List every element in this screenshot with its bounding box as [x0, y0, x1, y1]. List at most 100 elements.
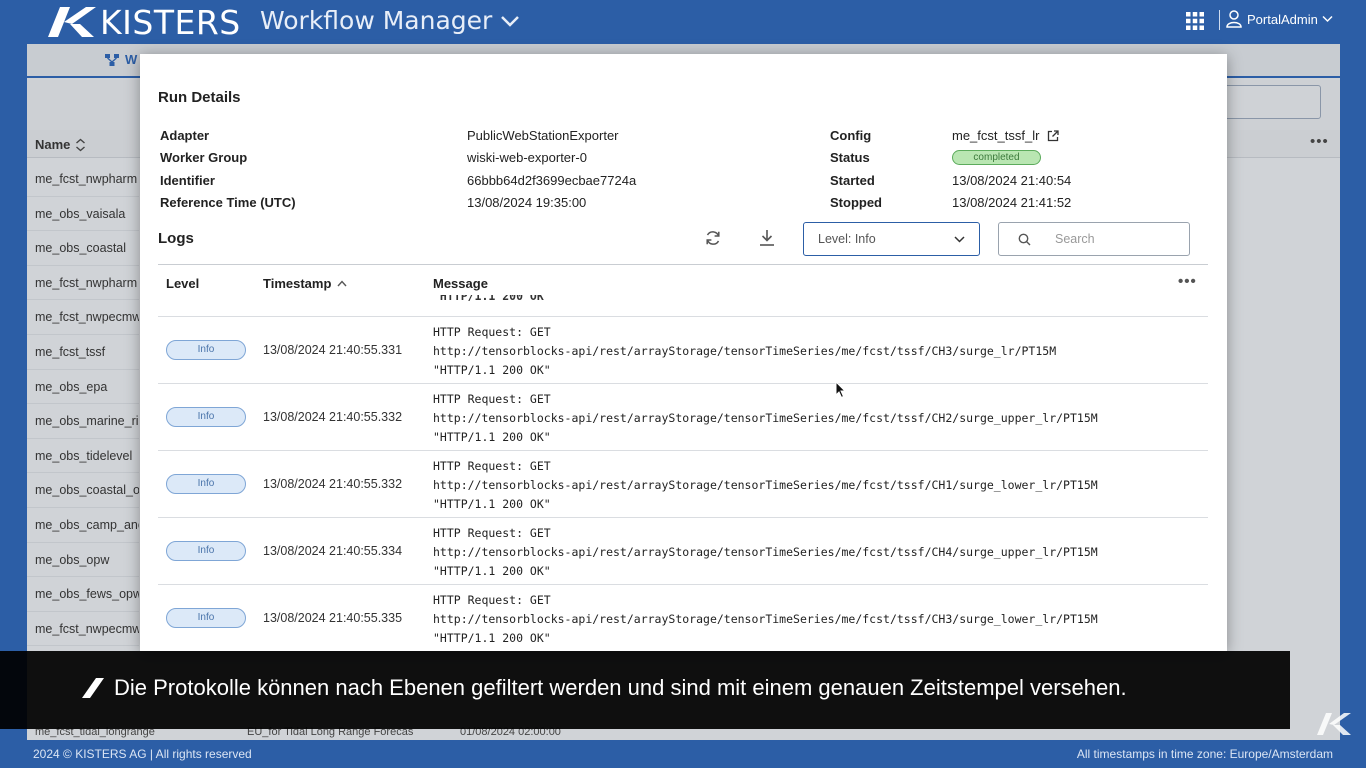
chevron-down-icon [501, 15, 520, 27]
log-message-line: "HTTP/1.1 200 OK" [433, 631, 551, 645]
chevron-down-icon [1322, 15, 1333, 23]
level-filter-select[interactable]: Level: Info [803, 222, 980, 256]
column-level-label: Level [166, 276, 200, 291]
log-timestamp: 13/08/2024 21:40:55.335 [263, 611, 403, 625]
identifier-value: 66bbb64d2f3699ecbae7724a [467, 173, 637, 188]
column-message-label: Message [433, 276, 488, 291]
log-table: Level Timestamp Message ••• "HTTP/1.1 20… [158, 264, 1208, 651]
workflow-row[interactable]: me_obs_coastal_o [27, 473, 139, 508]
reference-time-value: 13/08/2024 19:35:00 [467, 195, 587, 210]
level-badge: Info [166, 407, 246, 427]
workflow-row[interactable]: me_fcst_nwpharm [27, 266, 139, 301]
log-row[interactable]: Info 13/08/2024 21:40:55.332 HTTP Request:… [158, 450, 1208, 517]
log-message: HTTP Request: GET http://tensorblocks-api… [433, 591, 1098, 648]
brand-name: KISTERS [100, 2, 241, 42]
workflow-row[interactable]: me_fcst_nwpharm [27, 162, 139, 197]
log-search-box[interactable] [998, 222, 1190, 256]
log-timestamp: 13/08/2024 21:40:55.332 [263, 410, 403, 424]
dialog-title: Run Details [158, 89, 241, 106]
column-header-message[interactable]: Message [433, 276, 488, 291]
log-row[interactable]: Info 13/08/2024 21:40:55.331 HTTP Request:… [158, 316, 1208, 383]
config-link[interactable]: me_fcst_tssf_lr [952, 128, 1060, 143]
footer: 2024 © KISTERS AG | All rights reserved … [0, 740, 1366, 768]
log-message: HTTP Request: GET http://tensorblocks-api… [433, 390, 1098, 447]
workflow-row[interactable]: me_obs_epa [27, 370, 139, 405]
config-value: me_fcst_tssf_lr [952, 128, 1040, 143]
log-message-line: HTTP Request: GET [433, 593, 551, 607]
tab-label: W [125, 52, 138, 67]
log-message-line: http://tensorblocks-api/rest/arrayStorag… [433, 344, 1057, 358]
column-header-timestamp[interactable]: Timestamp [263, 276, 347, 291]
log-message: HTTP Request: GET http://tensorblocks-api… [433, 524, 1098, 581]
log-message-line: http://tensorblocks-api/rest/arrayStorag… [433, 612, 1098, 626]
log-row[interactable]: Info 13/08/2024 21:40:55.332 HTTP Request:… [158, 383, 1208, 450]
level-badge: Info [166, 608, 246, 628]
log-row[interactable]: Info 13/08/2024 21:40:55.335 HTTP Request:… [158, 584, 1208, 651]
more-options-icon[interactable]: ••• [1178, 273, 1197, 290]
log-message-line: http://tensorblocks-api/rest/arrayStorag… [433, 545, 1098, 559]
timezone-note: All timestamps in time zone: Europe/Amst… [1076, 747, 1333, 761]
video-subtitle: Die Protokolle können nach Ebenen gefilt… [0, 651, 1290, 729]
stopped-value: 13/08/2024 21:41:52 [952, 195, 1072, 210]
workflow-row[interactable]: me_fcst_nwpecmw [27, 300, 139, 335]
workflow-row[interactable]: me_fcst_tssf [27, 335, 139, 370]
stopped-label: Stopped [830, 195, 882, 210]
level-filter-value: Level: Info [818, 232, 876, 246]
search-icon [1018, 233, 1031, 246]
kisters-watermark-icon [1317, 713, 1351, 735]
tab-workflows[interactable]: W [105, 52, 137, 67]
apps-grid-icon[interactable] [1186, 12, 1204, 30]
log-rows: Info 13/08/2024 21:40:55.331 HTTP Request:… [158, 316, 1208, 651]
log-message-line: "HTTP/1.1 200 OK" [433, 497, 551, 511]
log-message-line: HTTP Request: GET [433, 459, 551, 473]
top-header: KISTERS Workflow Manager PortalAdmin [0, 0, 1366, 44]
started-label: Started [830, 173, 875, 188]
app-switcher[interactable]: Workflow Manager [260, 6, 520, 35]
workflow-icon [105, 53, 119, 66]
kisters-logo-mark [48, 7, 96, 37]
log-timestamp: 13/08/2024 21:40:55.332 [263, 477, 403, 491]
log-row[interactable]: Info 13/08/2024 21:40:55.334 HTTP Request:… [158, 517, 1208, 584]
workflow-row[interactable]: me_fcst_nwpecmw [27, 612, 139, 647]
workflow-row[interactable]: me_obs_fews_opw [27, 577, 139, 612]
sort-ascending-icon [337, 280, 347, 287]
log-timestamp: 13/08/2024 21:40:55.331 [263, 343, 403, 357]
log-search-input[interactable] [1055, 232, 1175, 246]
run-details-dialog: Run Details Adapter PublicWebStationExpo… [140, 54, 1227, 651]
kisters-logo[interactable]: KISTERS [46, 2, 241, 42]
kisters-slash-icon [82, 678, 104, 698]
sort-icon [76, 138, 86, 151]
adapter-label: Adapter [160, 128, 210, 143]
download-icon[interactable] [759, 229, 775, 247]
level-badge: Info [166, 340, 246, 360]
worker-group-label: Worker Group [160, 150, 248, 165]
adapter-value: PublicWebStationExporter [467, 128, 619, 143]
external-link-icon[interactable] [1047, 129, 1060, 142]
workflow-row[interactable]: me_obs_opw [27, 543, 139, 578]
started-value: 13/08/2024 21:40:54 [952, 173, 1072, 188]
workflow-row[interactable]: me_obs_coastal [27, 231, 139, 266]
subtitle-text: Die Protokolle können nach Ebenen gefilt… [114, 675, 1127, 700]
mouse-cursor-icon [835, 381, 847, 399]
column-header-name[interactable]: Name [35, 137, 86, 152]
workflow-row[interactable]: me_obs_tidelevel [27, 439, 139, 474]
refresh-icon[interactable] [705, 230, 721, 246]
workflow-row[interactable]: me_obs_vaisala [27, 197, 139, 232]
level-badge: Info [166, 541, 246, 561]
user-name: PortalAdmin [1247, 11, 1318, 27]
log-message-line: "HTTP/1.1 200 OK" [433, 363, 551, 377]
user-menu[interactable]: PortalAdmin [1226, 10, 1333, 28]
reference-time-label: Reference Time (UTC) [160, 195, 296, 210]
log-message-line: http://tensorblocks-api/rest/arrayStorag… [433, 411, 1098, 425]
workflow-row[interactable]: me_obs_marine_ri [27, 404, 139, 439]
column-header-level[interactable]: Level [166, 276, 199, 291]
workflow-row[interactable]: me_obs_camp_anc [27, 508, 139, 543]
log-message-line: HTTP Request: GET [433, 392, 551, 406]
log-message-line: "HTTP/1.1 200 OK" [433, 430, 551, 444]
background-search-input[interactable] [1223, 85, 1321, 119]
log-message: HTTP Request: GET http://tensorblocks-api… [433, 457, 1098, 514]
more-options-icon[interactable]: ••• [1310, 133, 1329, 150]
app-title: Workflow Manager [260, 6, 493, 35]
log-message-partial: "HTTP/1.1 200 OK" [433, 295, 551, 303]
logs-title: Logs [158, 230, 194, 247]
